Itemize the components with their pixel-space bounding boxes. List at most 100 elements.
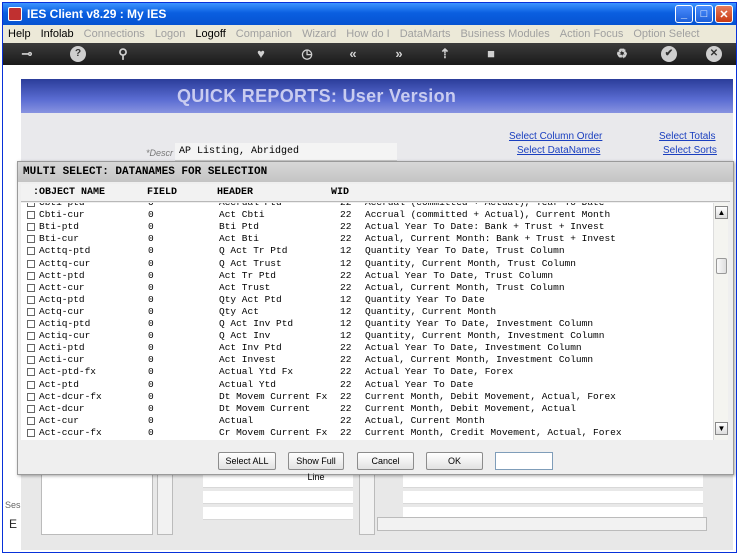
field-cell: 0 (148, 402, 154, 414)
menu-item-wizard[interactable]: Wizard (297, 28, 341, 40)
menu-item-infolab[interactable]: Infolab (36, 28, 79, 40)
row-checkbox[interactable] (27, 203, 35, 207)
menu-item-logoff[interactable]: Logoff (190, 28, 230, 40)
column-header-field[interactable]: FIELD (147, 187, 177, 198)
row-checkbox[interactable] (27, 259, 35, 268)
key-icon[interactable]: ⊸ (15, 46, 39, 62)
row-checkbox[interactable] (27, 416, 35, 425)
list-item[interactable]: Act-dcur-fx 0 Dt Movem Current Fx 22 Current… (21, 391, 713, 403)
list-item[interactable]: Acttq-cur 0 Q Act Trust 12 Quantity, Current… (21, 258, 713, 270)
background-hscrollbar[interactable] (377, 517, 707, 531)
row-checkbox[interactable] (27, 356, 35, 365)
wid-cell: 22 (340, 390, 352, 402)
side-label-2: E (9, 517, 18, 531)
show-full-line-button[interactable]: Show Full Line (288, 452, 344, 482)
row-checkbox[interactable] (27, 404, 35, 413)
select-totals-link[interactable]: Select Totals (659, 131, 716, 142)
scroll-up-icon[interactable]: ▲ (715, 206, 728, 219)
close-window-icon[interactable]: ✕ (715, 5, 733, 23)
list-item[interactable]: Act-dcur 0 Dt Movem Current 22 Current Month… (21, 403, 713, 415)
wid-cell: 22 (340, 221, 352, 233)
close-icon[interactable]: ✕ (706, 46, 722, 62)
wid-cell: 22 (340, 209, 352, 221)
wid-cell: 22 (340, 426, 352, 438)
list-item[interactable]: Cbti-ptd 0 Accrual Ptd 22 Accrual (committed… (21, 203, 713, 209)
menu-item-connections[interactable]: Connections (79, 28, 150, 40)
row-checkbox[interactable] (27, 283, 35, 292)
rewind-icon[interactable]: « (345, 46, 361, 62)
list-item[interactable]: Act-ptd-fx 0 Actual Ytd Fx 22 Actual Year To… (21, 366, 713, 378)
recycle-icon[interactable]: ♻ (614, 46, 630, 62)
list-item[interactable]: Actiq-cur 0 Q Act Inv 12 Quantity, Current M… (21, 330, 713, 342)
list-item[interactable]: Acttq-ptd 0 Q Act Tr Ptd 12 Quantity Year To… (21, 245, 713, 257)
background-row (203, 507, 353, 520)
description-cell: Quantity Year To Date, Investment Column (365, 318, 594, 329)
select-sorts-link[interactable]: Select Sorts (663, 145, 717, 156)
column-header-wid[interactable]: WID (331, 187, 349, 198)
list-item[interactable]: Actq-cur 0 Qty Act 12 Quantity, Current Mont… (21, 306, 713, 318)
menu-item-logon[interactable]: Logon (150, 28, 191, 40)
row-checkbox[interactable] (27, 380, 35, 389)
select-all-button[interactable]: Select ALL (218, 452, 276, 470)
row-checkbox[interactable] (27, 428, 35, 437)
column-header-header[interactable]: HEADER (217, 187, 253, 198)
background-scrollbar-1[interactable] (157, 473, 173, 535)
list-item[interactable]: Cbti-cur 0 Act Cbti 22 Accrual (committed + … (21, 209, 713, 221)
header-cell: Act Bti (219, 233, 259, 245)
heart-icon[interactable]: ♥ (253, 46, 269, 62)
row-checkbox[interactable] (27, 211, 35, 220)
row-checkbox[interactable] (27, 344, 35, 353)
row-checkbox[interactable] (27, 320, 35, 328)
row-checkbox[interactable] (27, 368, 35, 377)
select-datanames-link[interactable]: Select DataNames (517, 145, 600, 156)
wid-cell: 22 (340, 378, 352, 390)
wid-cell: 12 (340, 293, 352, 305)
menu-item-option-select[interactable]: Option Select (628, 28, 704, 40)
list-item[interactable]: Actiq-ptd 0 Q Act Inv Ptd 12 Quantity Year T… (21, 318, 713, 330)
maximize-icon[interactable]: □ (695, 5, 713, 23)
select-column-order-link[interactable]: Select Column Order (509, 131, 602, 142)
row-checkbox[interactable] (27, 332, 35, 341)
list-item[interactable]: Acti-cur 0 Act Invest 22 Actual, Current Mon… (21, 354, 713, 366)
upload-icon[interactable]: ⇡ (437, 46, 453, 62)
menu-item-business-modules[interactable]: Business Modules (455, 28, 554, 40)
menu-item-action-focus[interactable]: Action Focus (555, 28, 629, 40)
list-item[interactable]: Actq-ptd 0 Qty Act Ptd 12 Quantity Year To D… (21, 294, 713, 306)
stop-icon[interactable]: ■ (483, 46, 499, 62)
list-item[interactable]: Acti-ptd 0 Act Inv Ptd 22 Actual Year To Dat… (21, 342, 713, 354)
clock-icon[interactable]: ◷ (299, 46, 315, 62)
menu-item-datamarts[interactable]: DataMarts (395, 28, 456, 40)
row-checkbox[interactable] (27, 295, 35, 304)
row-checkbox[interactable] (27, 307, 35, 316)
list-item[interactable]: Actt-cur 0 Act Trust 22 Actual, Current Mont… (21, 282, 713, 294)
list-item[interactable]: Bti-cur 0 Act Bti 22 Actual, Current Month: … (21, 233, 713, 245)
row-checkbox[interactable] (27, 223, 35, 232)
field-cell: 0 (148, 318, 154, 329)
background-scrollbar-2[interactable] (359, 473, 375, 535)
row-checkbox[interactable] (27, 271, 35, 280)
row-checkbox[interactable] (27, 235, 35, 244)
dialog-input-field[interactable] (495, 452, 553, 470)
row-checkbox[interactable] (27, 247, 35, 256)
ok-button[interactable]: OK (426, 452, 483, 470)
search-icon[interactable]: ⚲ (115, 46, 131, 62)
forward-icon[interactable]: » (391, 46, 407, 62)
menu-item-companion[interactable]: Companion (231, 28, 297, 40)
column-header-object-name[interactable]: :OBJECT NAME (33, 187, 105, 198)
help-icon[interactable]: ? (70, 46, 86, 62)
check-icon[interactable]: ✔ (661, 46, 677, 62)
menu-item-help[interactable]: Help (3, 28, 36, 40)
list-scrollbar[interactable]: ▲ ▼ (713, 203, 728, 440)
scroll-down-icon[interactable]: ▼ (715, 422, 728, 435)
menu-item-how-do-i[interactable]: How do I (341, 28, 394, 40)
list-item[interactable]: Bti-ptd 0 Bti Ptd 22 Actual Year To Date: Ba… (21, 221, 713, 233)
list-item[interactable]: Actt-ptd 0 Act Tr Ptd 22 Actual Year To Date… (21, 270, 713, 282)
list-item[interactable]: Act-cur 0 Actual 22 Actual, Current Month (21, 415, 713, 427)
cancel-button[interactable]: Cancel (357, 452, 414, 470)
minimize-icon[interactable]: _ (675, 5, 693, 23)
list-item[interactable]: Act-ccur-fx 0 Cr Movem Current Fx 22 Current… (21, 427, 713, 439)
list-item[interactable]: Act-ptd 0 Actual Ytd 22 Actual Year To Date (21, 379, 713, 391)
row-checkbox[interactable] (27, 392, 35, 401)
descr-field[interactable]: AP Listing, Abridged (175, 143, 397, 161)
scroll-thumb[interactable] (716, 258, 727, 274)
